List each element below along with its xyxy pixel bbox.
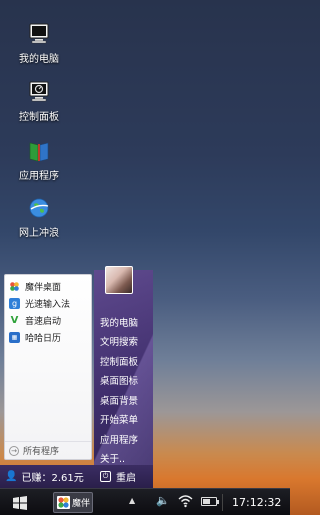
restart-button[interactable]: ⏻ 重启 [94,469,136,484]
tray-expand-icon[interactable]: ▲ [129,496,135,505]
desktop-icon-applications[interactable]: 应用程序 [8,139,70,182]
windows-start-icon[interactable] [12,495,28,511]
menu-link-start-menu[interactable]: 开始菜单 [100,410,152,430]
taskbar: 魔伴 ▲ 🔈 17:12:32 [0,488,290,515]
battery-fill [203,499,210,504]
flower-icon [57,496,70,509]
menu-item-lightspeed-input[interactable]: g 光速输入法 [5,295,91,312]
menu-link-applications[interactable]: 应用程序 [100,429,152,449]
control-panel-icon [29,81,49,102]
start-menu-right-list: 我的电脑 文明搜索 控制面板 桌面图标 桌面背景 开始菜单 应用程序 关于.. [100,312,152,468]
earnings-display: 👤 已赚：2.61元 [0,469,94,484]
menu-item-label: 音速启动 [25,317,62,327]
battery-icon[interactable] [201,497,219,506]
volume-icon[interactable]: 🔈 [156,494,170,507]
menu-item-label: 哈哈日历 [25,334,62,344]
flower-icon [9,281,20,292]
v-launcher-icon: V [10,315,19,326]
menu-item-label: 光速输入法 [25,300,71,310]
taskbar-app-moban[interactable]: 魔伴 [53,492,93,513]
monitor-icon [29,23,49,44]
desktop-icon-my-computer[interactable]: 我的电脑 [8,22,70,65]
menu-link-about[interactable]: 关于.. [100,449,152,469]
taskbar-app-label: 魔伴 [72,499,91,509]
avatar[interactable] [105,266,133,294]
keyboard-g-icon: g [9,298,20,309]
desktop-icon-label: 网上冲浪 [19,228,59,239]
all-programs-label: 所有程序 [23,447,60,457]
menu-link-search[interactable]: 文明搜索 [100,332,152,352]
arrow-right-icon: → [9,445,19,456]
person-icon: 👤 [5,471,18,482]
menu-link-control-panel[interactable]: 控制面板 [100,351,152,371]
wifi-icon[interactable] [178,494,193,508]
all-programs-button[interactable]: → 所有程序 [5,441,91,459]
desktop-icon-control-panel[interactable]: 控制面板 [8,80,70,123]
menu-item-sonic-launcher[interactable]: V 音速启动 [5,312,91,329]
menu-item-haha-calendar[interactable]: ▦ 哈哈日历 [5,329,91,346]
menu-item-label: 魔伴桌面 [25,283,62,293]
earnings-text: 已赚：2.61元 [21,473,84,484]
start-menu-left-panel: 魔伴桌面 g 光速输入法 V 音速启动 ▦ 哈哈日历 → 所有程序 [4,274,92,460]
globe-icon [29,198,49,218]
power-icon: ⏻ [100,471,111,482]
calendar-icon: ▦ [9,332,20,343]
menu-link-desktop-background[interactable]: 桌面背景 [100,390,152,410]
desktop-icon-label: 我的电脑 [19,54,59,65]
clock[interactable]: 17:12:32 [232,496,281,509]
desktop-icon-label: 应用程序 [19,171,59,182]
menu-item-moban-desktop[interactable]: 魔伴桌面 [5,278,91,295]
divider [222,494,223,511]
start-menu-footer: 👤 已赚：2.61元 ⏻ 重启 [0,465,153,488]
menu-link-my-computer[interactable]: 我的电脑 [100,312,152,332]
desktop-icon-label: 控制面板 [19,112,59,123]
battery-nub [217,500,219,504]
apps-book-icon [29,142,49,162]
desktop-icon-web-surfing[interactable]: 网上冲浪 [8,196,70,239]
menu-link-desktop-icons[interactable]: 桌面图标 [100,371,152,391]
restart-label: 重启 [116,473,136,484]
